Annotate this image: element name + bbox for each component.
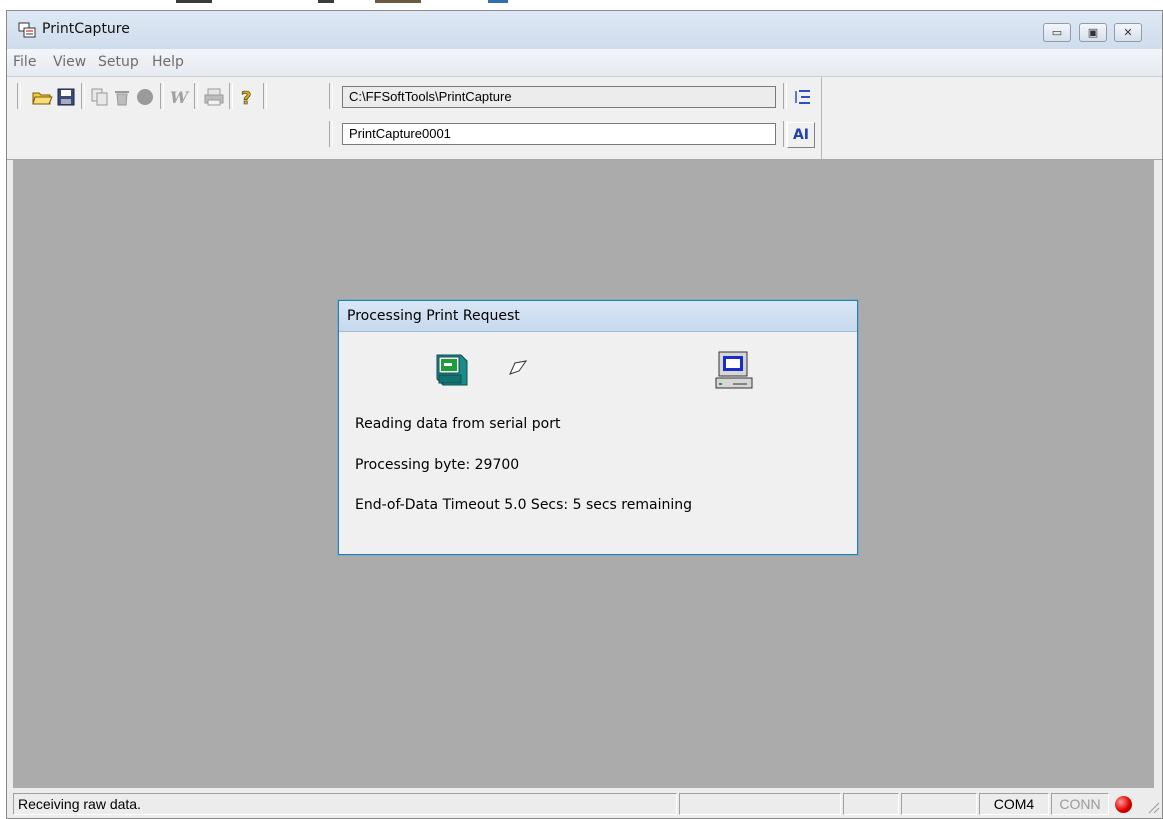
toolbar-separator [263,83,267,109]
minimize-button[interactable]: ▭ [1043,23,1071,42]
source-computer-icon [436,354,468,386]
menu-file[interactable]: File [13,54,36,70]
window-title: PrintCapture [42,21,130,37]
title-bar[interactable]: PrintCapture ▭ ▣ ✕ [7,11,1162,50]
status-panel-empty [843,793,899,815]
resize-grip-icon[interactable] [1146,800,1160,814]
toolbar-separator [229,83,233,109]
desktop-decoration [176,0,212,3]
open-folder-icon[interactable] [31,86,53,108]
desktop-decoration [375,0,421,3]
filename-grip [329,121,333,147]
word-icon[interactable]: W [168,86,190,108]
dialog-status-text: Reading data from serial port [355,416,561,432]
dialog-timeout-text: End-of-Data Timeout 5.0 Secs: 5 secs rem… [355,497,692,513]
status-bar: Receiving raw data. COM4 CONN [13,790,1162,818]
auto-increment-button[interactable]: AI [787,122,815,148]
toolbar: W ? C:\FFSoftTools\PrintCapture PrintCap… [7,77,1162,160]
printcapture-app-icon [18,22,36,38]
print-icon[interactable] [203,86,225,108]
record-icon[interactable] [134,86,156,108]
menu-setup[interactable]: Setup [98,54,139,70]
help-icon[interactable]: ? [236,86,258,108]
toolbar-separator [81,83,85,109]
maximize-icon: ▣ [1087,26,1099,39]
toolbar-separator [160,83,164,109]
processing-dialog: Processing Print Request Reading data fr… [338,300,858,555]
toolbar-separator [783,83,787,109]
close-icon: ✕ [1123,26,1133,39]
output-path-field[interactable]: C:\FFSoftTools\PrintCapture [342,86,776,108]
path-grip [329,83,333,109]
menu-bar: File View Setup Help [7,49,1162,77]
svg-text:W: W [170,88,190,107]
paper-sheet-icon [509,360,528,375]
status-panel-empty [901,793,977,815]
minimize-icon: ▭ [1051,26,1063,39]
trash-icon[interactable] [111,86,133,108]
status-port: COM4 [979,793,1049,815]
menu-help[interactable]: Help [152,54,184,70]
toolbar-grip [17,83,21,109]
dialog-title: Processing Print Request [339,301,857,332]
toolbar-separator [194,83,198,109]
main-window: PrintCapture ▭ ▣ ✕ File View Setup Help [6,10,1163,819]
desktop-strip [0,0,1163,10]
copy-icon[interactable] [89,86,111,108]
svg-text:?: ? [241,88,251,108]
desktop-decoration [318,0,334,3]
status-panel-empty [679,793,841,815]
destination-computer-icon [715,351,753,389]
menu-view[interactable]: View [53,54,86,70]
connection-indicator-icon [1115,796,1132,813]
dialog-processing-byte: Processing byte: 29700 [355,457,520,473]
auto-increment-label: AI [792,127,810,143]
maximize-button[interactable]: ▣ [1079,23,1107,42]
save-icon[interactable] [55,86,77,108]
status-connection: CONN [1051,793,1109,815]
workspace-area: Processing Print Request Reading data fr… [13,160,1154,788]
capture-filename-field[interactable]: PrintCapture0001 [342,123,776,145]
list-options-icon[interactable] [789,84,817,110]
desktop-decoration [488,0,508,3]
close-button[interactable]: ✕ [1114,23,1142,42]
status-message: Receiving raw data. [13,793,677,815]
toolbar-divider [821,77,822,159]
